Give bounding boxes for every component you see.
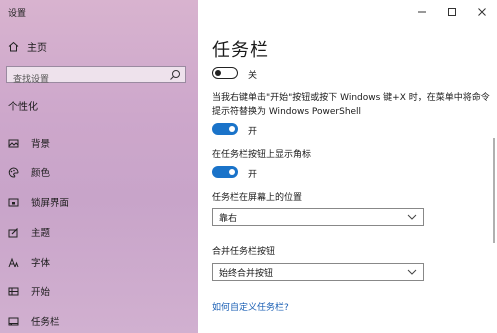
section-label: 个性化 (8, 102, 38, 113)
sidebar-item-taskbar[interactable]: 任务栏 (8, 314, 60, 328)
chevron-down-icon (407, 214, 417, 220)
sidebar-item-lockscreen[interactable]: 锁屏界面 (8, 195, 69, 209)
toggle-lock-taskbar[interactable] (212, 67, 238, 79)
close-button[interactable] (467, 0, 497, 24)
powershell-description: 当我右键单击"开始"按钮或按下 Windows 键+X 时，在菜单中将命令提示符… (212, 93, 490, 117)
window-controls (407, 0, 497, 24)
sidebar-item-fonts[interactable]: 字体 (8, 255, 50, 269)
main-panel: 任务栏 关 当我右键单击"开始"按钮或按下 Windows 键+X 时，在菜单中… (198, 0, 497, 333)
lock-screen-icon (8, 198, 19, 206)
start-icon (8, 287, 19, 295)
sidebar-item-themes[interactable]: 主题 (8, 225, 50, 239)
palette-icon (8, 166, 19, 178)
position-dropdown[interactable]: 靠右 (212, 208, 424, 226)
combine-value: 始终合并按钮 (219, 268, 274, 279)
toggle-knob (229, 126, 235, 132)
sidebar-item-label: 任务栏 (31, 317, 60, 328)
home-icon (8, 41, 19, 52)
maximize-button[interactable] (437, 0, 467, 24)
customize-taskbar-link[interactable]: 如何自定义任务栏? (212, 300, 289, 313)
toggle-state-label: 开 (248, 170, 258, 180)
combine-dropdown[interactable]: 始终合并按钮 (212, 263, 424, 281)
page-title: 任务栏 (212, 40, 269, 61)
search-icon[interactable] (169, 69, 181, 81)
sidebar-item-label: 颜色 (31, 168, 51, 179)
minimize-button[interactable] (407, 0, 437, 24)
sidebar-item-start[interactable]: 开始 (8, 284, 50, 298)
sidebar-item-colors[interactable]: 颜色 (8, 165, 50, 179)
taskbar-icon (8, 317, 19, 325)
toggle-state-label: 开 (248, 127, 258, 137)
search-box[interactable] (6, 66, 186, 88)
combine-label: 合并任务栏按钮 (212, 247, 276, 257)
sidebar: 设置 主页 个性化 背景 颜色 锁屏界面 (0, 0, 198, 333)
position-value: 靠右 (219, 213, 238, 224)
search-input[interactable] (7, 72, 163, 88)
sidebar-item-label: 开始 (31, 287, 51, 298)
toggle-badges[interactable] (212, 166, 238, 178)
scrollbar[interactable] (493, 138, 495, 243)
sidebar-item-label: 字体 (31, 258, 51, 269)
window-title: 设置 (8, 9, 27, 19)
theme-brush-icon (8, 227, 18, 237)
position-label: 任务栏在屏幕上的位置 (212, 193, 303, 203)
sidebar-item-label: 锁屏界面 (31, 198, 70, 209)
sidebar-item-background[interactable]: 背景 (8, 136, 50, 150)
close-icon (478, 8, 486, 16)
font-icon (8, 257, 19, 267)
toggle-state-label: 关 (248, 71, 258, 81)
maximize-icon (448, 8, 456, 16)
nav-home[interactable]: 主页 (8, 39, 47, 54)
toggle-knob (229, 169, 235, 175)
nav-home-label: 主页 (27, 43, 47, 54)
toggle-knob (215, 69, 221, 76)
sidebar-item-label: 主题 (31, 228, 51, 239)
chevron-down-icon (407, 269, 417, 275)
minimize-icon (418, 11, 426, 13)
toggle-powershell[interactable] (212, 123, 238, 135)
badges-label: 在任务栏按钮上显示角标 (212, 150, 312, 160)
sidebar-item-label: 背景 (31, 139, 51, 150)
picture-icon (8, 139, 19, 147)
